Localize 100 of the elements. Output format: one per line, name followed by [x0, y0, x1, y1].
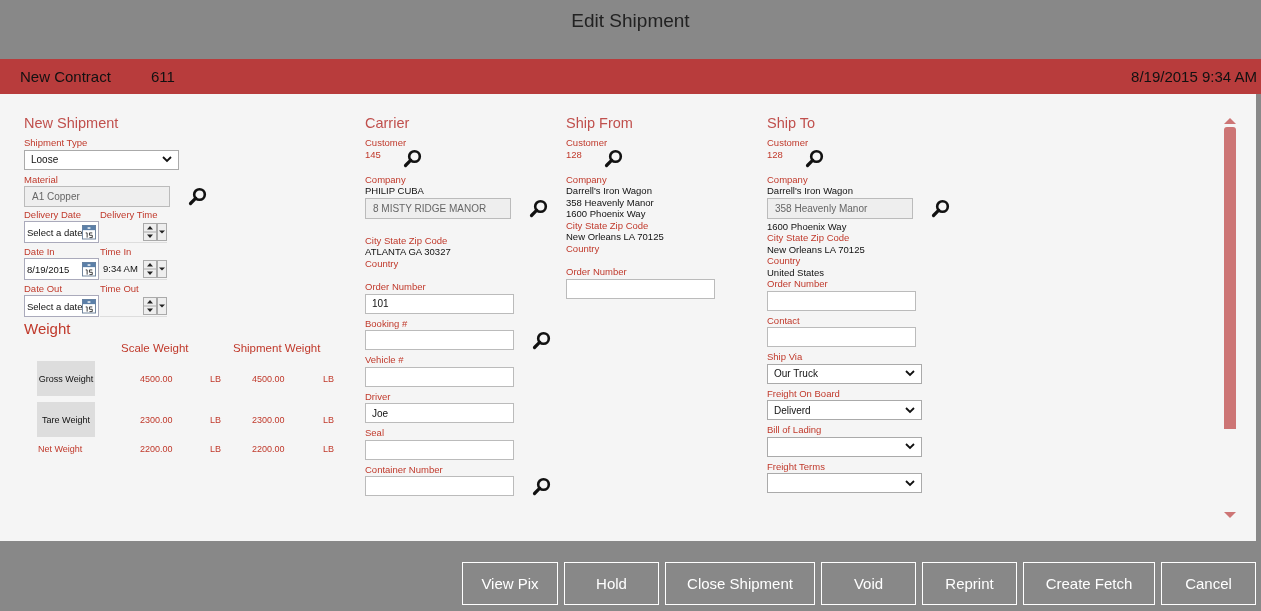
- input-field[interactable]: [365, 476, 514, 496]
- calendar-icon[interactable]: [82, 298, 96, 314]
- input-field[interactable]: Joe: [365, 403, 514, 423]
- field-label: Seal: [365, 427, 385, 439]
- field-label: Delivery Time: [100, 209, 159, 221]
- search-icon[interactable]: [931, 198, 950, 218]
- input-field[interactable]: 101: [365, 293, 514, 314]
- action-button[interactable]: Close Shipment: [665, 562, 815, 605]
- dropdown[interactable]: Loose: [24, 149, 179, 170]
- section-heading: Weight: [24, 320, 72, 338]
- spinner-icon[interactable]: [143, 222, 157, 241]
- scroll-up-icon[interactable]: [1224, 118, 1236, 124]
- weight-value: 4500.00: [251, 373, 286, 384]
- date-input[interactable]: 8/19/2015: [27, 263, 82, 275]
- time-field[interactable]: [100, 295, 167, 317]
- search-icon[interactable]: [402, 148, 422, 168]
- unit-label: LB: [322, 444, 335, 454]
- date-field[interactable]: Select a date: [24, 295, 99, 317]
- field-label: Freight On Board: [767, 387, 841, 399]
- unit-label: LB: [209, 373, 222, 384]
- search-icon[interactable]: [188, 187, 207, 206]
- date-input[interactable]: Select a date: [27, 226, 82, 238]
- section-heading: New Shipment: [24, 114, 120, 132]
- field-label: Company: [767, 173, 809, 185]
- date-field[interactable]: 8/19/2015: [24, 258, 99, 280]
- caret-icon[interactable]: [157, 222, 167, 241]
- search-icon[interactable]: [804, 148, 824, 168]
- field-value: PHILIP CUBA: [365, 185, 425, 197]
- action-button[interactable]: View Pix: [462, 562, 558, 605]
- chevron-icon: [162, 156, 172, 163]
- field-value: New Orleans LA 70125: [767, 243, 866, 255]
- column-header: Shipment Weight: [233, 342, 321, 354]
- search-icon[interactable]: [532, 330, 551, 350]
- field-label: Country: [365, 257, 400, 269]
- field-label: City State Zip Code: [566, 219, 650, 231]
- customer-number: 145: [365, 148, 381, 161]
- field-value: 1600 Phoenix Way: [566, 208, 647, 220]
- date-field[interactable]: Select a date: [24, 221, 99, 243]
- field-label: Time Out: [100, 283, 140, 295]
- unit-label: LB: [209, 444, 222, 454]
- field-label: Time In: [100, 246, 133, 258]
- field-value: Darrell's Iron Wagon: [767, 185, 854, 197]
- contract-number: 611: [150, 68, 175, 85]
- section-heading: Ship From: [566, 114, 634, 132]
- action-button[interactable]: Cancel: [1161, 562, 1256, 605]
- time-input[interactable]: 9:34 AM: [100, 263, 143, 274]
- field-label: Customer: [767, 137, 810, 149]
- field-label: City State Zip Code: [767, 232, 851, 244]
- action-button[interactable]: Void: [821, 562, 916, 605]
- input-field[interactable]: [365, 330, 514, 350]
- spinner-icon[interactable]: [143, 296, 157, 315]
- field-label: City State Zip Code: [365, 234, 449, 246]
- dropdown[interactable]: Our Truck: [767, 363, 922, 384]
- caret-icon[interactable]: [157, 296, 167, 315]
- field-label: Shipment Type: [24, 137, 89, 149]
- section-heading: Carrier: [365, 114, 411, 132]
- spinner-icon[interactable]: [143, 259, 157, 278]
- caret-icon[interactable]: [157, 259, 167, 278]
- search-icon[interactable]: [529, 198, 548, 218]
- field-label: Customer: [566, 137, 609, 149]
- field-label: Vehicle #: [365, 354, 405, 366]
- weight-button[interactable]: Tare Weight: [37, 402, 95, 437]
- field-label: Freight Terms: [767, 460, 826, 472]
- weight-button[interactable]: Gross Weight: [37, 361, 95, 396]
- unit-label: LB: [209, 414, 222, 425]
- field-label: Company: [566, 173, 608, 185]
- field-label: Container Number: [365, 463, 444, 475]
- scrollbar[interactable]: [1224, 118, 1236, 518]
- field-label: Order Number: [566, 266, 628, 278]
- field-label: Country: [566, 242, 601, 254]
- input-field[interactable]: [365, 366, 514, 387]
- field-value: 1600 Phoenix Way: [767, 220, 848, 232]
- input-field[interactable]: [767, 327, 916, 347]
- weight-value: 2300.00: [139, 414, 174, 425]
- field-label: Country: [767, 255, 802, 267]
- dropdown[interactable]: Deliverd: [767, 400, 922, 420]
- input-field[interactable]: [767, 290, 916, 311]
- calendar-icon[interactable]: [82, 261, 96, 277]
- field-label: Order Number: [767, 278, 829, 290]
- action-button[interactable]: Create Fetch: [1023, 562, 1155, 605]
- input-field[interactable]: [566, 278, 715, 299]
- action-button[interactable]: Hold: [564, 562, 659, 605]
- weight-value: 4500.00: [139, 373, 174, 384]
- date-input[interactable]: Select a date: [27, 300, 82, 312]
- chevron-icon: [905, 406, 915, 414]
- unit-label: LB: [322, 414, 335, 425]
- chevron-icon: [905, 370, 915, 377]
- field-label: Contact: [767, 314, 801, 326]
- customer-number: 128: [767, 148, 783, 161]
- field-value: 358 Heavenly Manor: [566, 196, 655, 208]
- calendar-icon[interactable]: [82, 224, 96, 240]
- action-button[interactable]: Reprint: [922, 562, 1017, 605]
- time-field[interactable]: 9:34 AM: [100, 258, 167, 280]
- field-label: Bill of Lading: [767, 424, 823, 436]
- field-label: Company: [365, 173, 407, 185]
- search-icon[interactable]: [603, 148, 623, 168]
- scroll-down-icon[interactable]: [1224, 512, 1236, 518]
- search-icon[interactable]: [532, 476, 551, 496]
- input-field[interactable]: [365, 439, 514, 460]
- time-field[interactable]: [100, 221, 167, 243]
